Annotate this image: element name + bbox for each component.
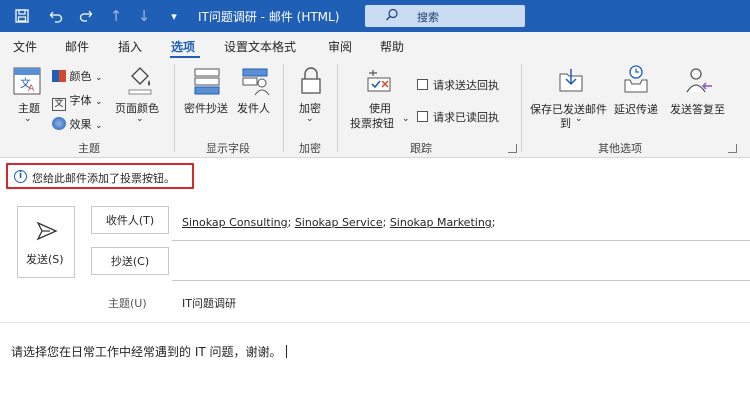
subject-label: 主题(U) — [108, 297, 147, 310]
effects-button[interactable]: 效果 ⌄ — [52, 116, 103, 132]
colors-label: 颜色 — [69, 70, 92, 83]
ribbon-divider — [521, 64, 522, 152]
message-body[interactable]: 请选择您在日常工作中经常遇到的 IT 问题，谢谢。 — [11, 343, 287, 360]
save-sent-icon — [557, 66, 585, 97]
font-icon: 文 — [52, 98, 66, 111]
send-button[interactable]: 发送(S) — [17, 206, 75, 278]
ribbon-divider — [337, 64, 338, 152]
recipient-chip[interactable]: Sinokap Consulting — [182, 216, 288, 229]
text-cursor — [285, 345, 287, 358]
send-icon — [36, 221, 58, 244]
cc-field[interactable] — [172, 280, 750, 281]
ribbon: 文A 主题 ⌄ 颜色 ⌄ 文 字体 ⌄ 效果 ⌄ 页面颜色 ⌄ 主题 密件抄送 — [0, 58, 750, 158]
encrypt-group-label: 加密 — [299, 142, 321, 155]
title-bar: ↑ ↓ ▾ IT问题调研 - 邮件 (HTML) 搜索 — [0, 0, 750, 32]
dialog-launcher-icon[interactable] — [508, 144, 517, 153]
fields-group-label: 显示字段 — [206, 142, 250, 155]
voting-label-line1: 使用 — [369, 102, 391, 115]
read-receipt-label: 请求已读回执 — [433, 111, 499, 124]
save-sent-label-line2: 到 — [560, 117, 571, 130]
menu-help[interactable]: 帮助 — [380, 38, 404, 55]
fonts-button[interactable]: 文 字体 ⌄ — [52, 92, 103, 111]
recipient-chip[interactable]: Sinokap Service — [295, 216, 383, 229]
svg-text:A: A — [28, 84, 35, 94]
effects-icon — [52, 117, 66, 130]
chevron-down-icon: ⌄ — [136, 114, 144, 124]
subject-input[interactable]: IT问题调研 — [182, 295, 236, 311]
chevron-down-icon: ⌄ — [575, 114, 583, 124]
send-label: 发送(S) — [26, 253, 64, 266]
ribbon-divider — [174, 64, 175, 152]
to-field[interactable]: Sinokap Consulting; Sinokap Service; Sin… — [182, 216, 496, 229]
color-palette-icon — [52, 70, 66, 82]
chevron-down-icon: ⌄ — [95, 97, 103, 107]
direct-replies-icon — [685, 66, 713, 97]
save-icon[interactable] — [12, 6, 32, 26]
direct-replies-label: 发送答复至 — [670, 103, 725, 116]
chevron-down-icon: ⌄ — [24, 114, 32, 124]
menu-options[interactable]: 选项 — [171, 38, 195, 55]
read-receipt-check[interactable] — [417, 111, 428, 122]
menu-bar: 文件 邮件 插入 选项 设置文本格式 审阅 帮助 — [0, 32, 750, 58]
body-divider — [0, 322, 750, 323]
tracking-group-label: 跟踪 — [410, 142, 432, 155]
window-title: IT问题调研 - 邮件 (HTML) — [198, 10, 340, 24]
chevron-down-icon: ⌄ — [402, 114, 410, 124]
menu-format-text[interactable]: 设置文本格式 — [224, 38, 296, 55]
redo-icon[interactable] — [76, 6, 96, 26]
cc-button[interactable]: 抄送(C) — [91, 247, 169, 275]
menu-insert[interactable]: 插入 — [118, 38, 142, 55]
more-options-group-label: 其他选项 — [598, 142, 642, 155]
customize-quick-access-icon[interactable]: ▾ — [164, 6, 184, 26]
search-box[interactable]: 搜索 — [365, 5, 525, 27]
delivery-receipt-label: 请求送达回执 — [433, 79, 499, 92]
ribbon-divider — [283, 64, 284, 152]
delay-delivery-label: 延迟传递 — [614, 103, 658, 116]
dialog-launcher-icon[interactable] — [728, 144, 737, 153]
from-icon — [240, 66, 270, 99]
info-bar: i 您给此邮件添加了投票按钮。 — [6, 163, 194, 189]
lock-icon — [298, 66, 324, 99]
message-body-text: 请选择您在日常工作中经常遇到的 IT 问题，谢谢。 — [11, 345, 282, 359]
info-bar-text: 您给此邮件添加了投票按钮。 — [32, 172, 175, 185]
info-icon: i — [14, 170, 27, 183]
voting-label-line2: 投票按钮 — [350, 117, 394, 130]
bcc-icon — [192, 66, 222, 99]
menu-review[interactable]: 审阅 — [328, 38, 352, 55]
menu-message[interactable]: 邮件 — [65, 38, 89, 55]
page-color-icon — [126, 66, 154, 99]
delivery-receipt-check[interactable] — [417, 79, 428, 90]
to-field-underline — [172, 240, 750, 241]
effects-label: 效果 — [69, 118, 92, 131]
chevron-down-icon: ⌄ — [95, 73, 103, 83]
chevron-down-icon: ⌄ — [306, 114, 314, 124]
delay-delivery-icon — [622, 64, 650, 97]
bcc-label: 密件抄送 — [184, 102, 228, 115]
theme-group-label: 主题 — [78, 142, 100, 155]
to-button[interactable]: 收件人(T) — [91, 206, 169, 234]
voting-icon — [365, 66, 393, 97]
search-icon — [385, 8, 399, 25]
colors-button[interactable]: 颜色 ⌄ — [52, 68, 103, 84]
search-label: 搜索 — [417, 11, 439, 24]
arrow-up-icon[interactable]: ↑ — [106, 6, 126, 26]
arrow-down-icon[interactable]: ↓ — [134, 6, 154, 26]
undo-icon[interactable] — [46, 6, 66, 26]
menu-file[interactable]: 文件 — [13, 38, 37, 55]
from-label: 发件人 — [237, 102, 270, 115]
chevron-down-icon: ⌄ — [95, 121, 103, 131]
recipient-chip[interactable]: Sinokap Marketing — [390, 216, 492, 229]
theme-icon: 文A — [12, 66, 42, 99]
fonts-label: 字体 — [69, 94, 92, 107]
